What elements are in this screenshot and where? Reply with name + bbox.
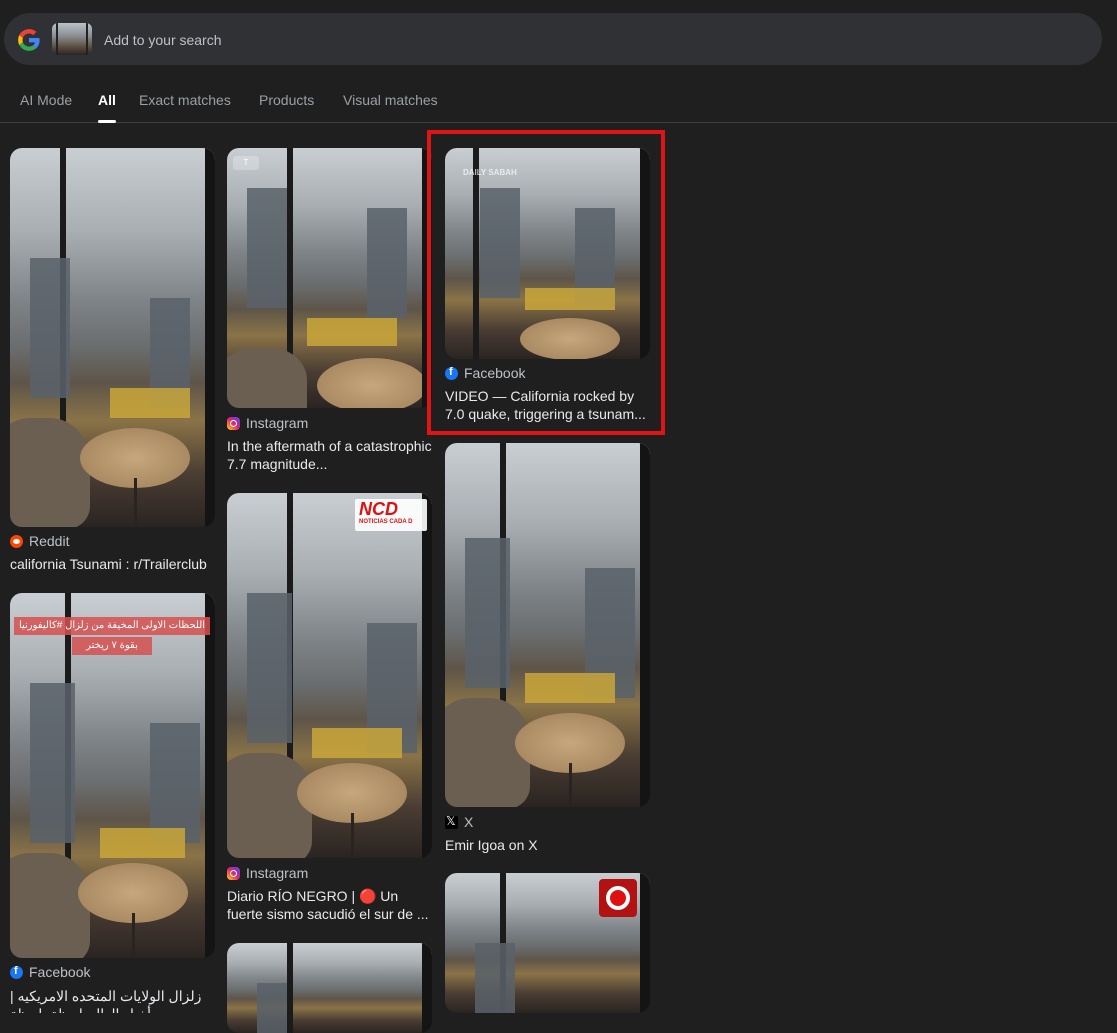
result-source[interactable]: Instagram — [227, 415, 308, 431]
result-image[interactable]: NCD NOTICIAS CADA D — [227, 493, 432, 858]
query-image-thumbnail[interactable] — [52, 23, 92, 55]
ncd-logo: NCD NOTICIAS CADA D — [355, 499, 427, 531]
source-name: Instagram — [246, 865, 309, 881]
overlay-logo: T — [233, 156, 259, 170]
result-image[interactable] — [445, 873, 650, 1013]
x-icon — [445, 814, 458, 829]
tab-products[interactable]: Products — [259, 92, 314, 108]
tab-ai-mode[interactable]: AI Mode — [20, 92, 72, 108]
tab-visual-matches[interactable]: Visual matches — [343, 92, 438, 108]
highlight-box — [427, 130, 665, 435]
search-bar[interactable] — [4, 13, 1102, 65]
search-input[interactable] — [102, 29, 1006, 51]
source-name: Reddit — [29, 533, 70, 549]
result-title[interactable]: In the aftermath of a catastrophic 7.7 m… — [227, 437, 432, 473]
source-name: Facebook — [29, 964, 91, 980]
result-image[interactable] — [10, 148, 215, 527]
result-source[interactable]: Facebook — [10, 964, 90, 980]
result-image[interactable]: T — [227, 148, 432, 408]
google-logo-icon — [18, 29, 40, 51]
tab-all[interactable]: All — [98, 92, 116, 123]
reddit-icon — [10, 534, 23, 548]
overlay-caption: اللحظات الاولى المخيفة من زلزال #كاليفور… — [14, 617, 210, 635]
result-title[interactable]: زلزال الولايات المتحده الامريكيه | أخبار… — [10, 987, 215, 1013]
filter-tabs: AI Mode All Exact matches Products Visua… — [0, 84, 1117, 123]
result-source[interactable]: Instagram — [227, 865, 308, 881]
instagram-icon — [227, 866, 240, 880]
result-source[interactable]: X — [445, 814, 473, 830]
result-title[interactable]: Diario RÍO NEGRO | 🔴 Un fuerte sismo sac… — [227, 887, 437, 923]
result-image[interactable] — [227, 943, 432, 1033]
channel-logo-icon — [599, 879, 637, 917]
instagram-icon — [227, 416, 240, 430]
result-title[interactable]: california Tsunami : r/Trailerclub — [10, 555, 220, 573]
result-image[interactable]: اللحظات الاولى المخيفة من زلزال #كاليفور… — [10, 593, 215, 958]
facebook-icon — [10, 965, 23, 979]
result-title[interactable]: Emir Igoa on X — [445, 836, 655, 854]
source-name: Instagram — [246, 415, 309, 431]
result-image[interactable] — [445, 443, 650, 807]
overlay-caption: بقوة ٧ ريختر — [72, 637, 152, 655]
tab-exact-matches[interactable]: Exact matches — [139, 92, 231, 108]
result-source[interactable]: Reddit — [10, 533, 69, 549]
source-name: X — [464, 814, 474, 830]
